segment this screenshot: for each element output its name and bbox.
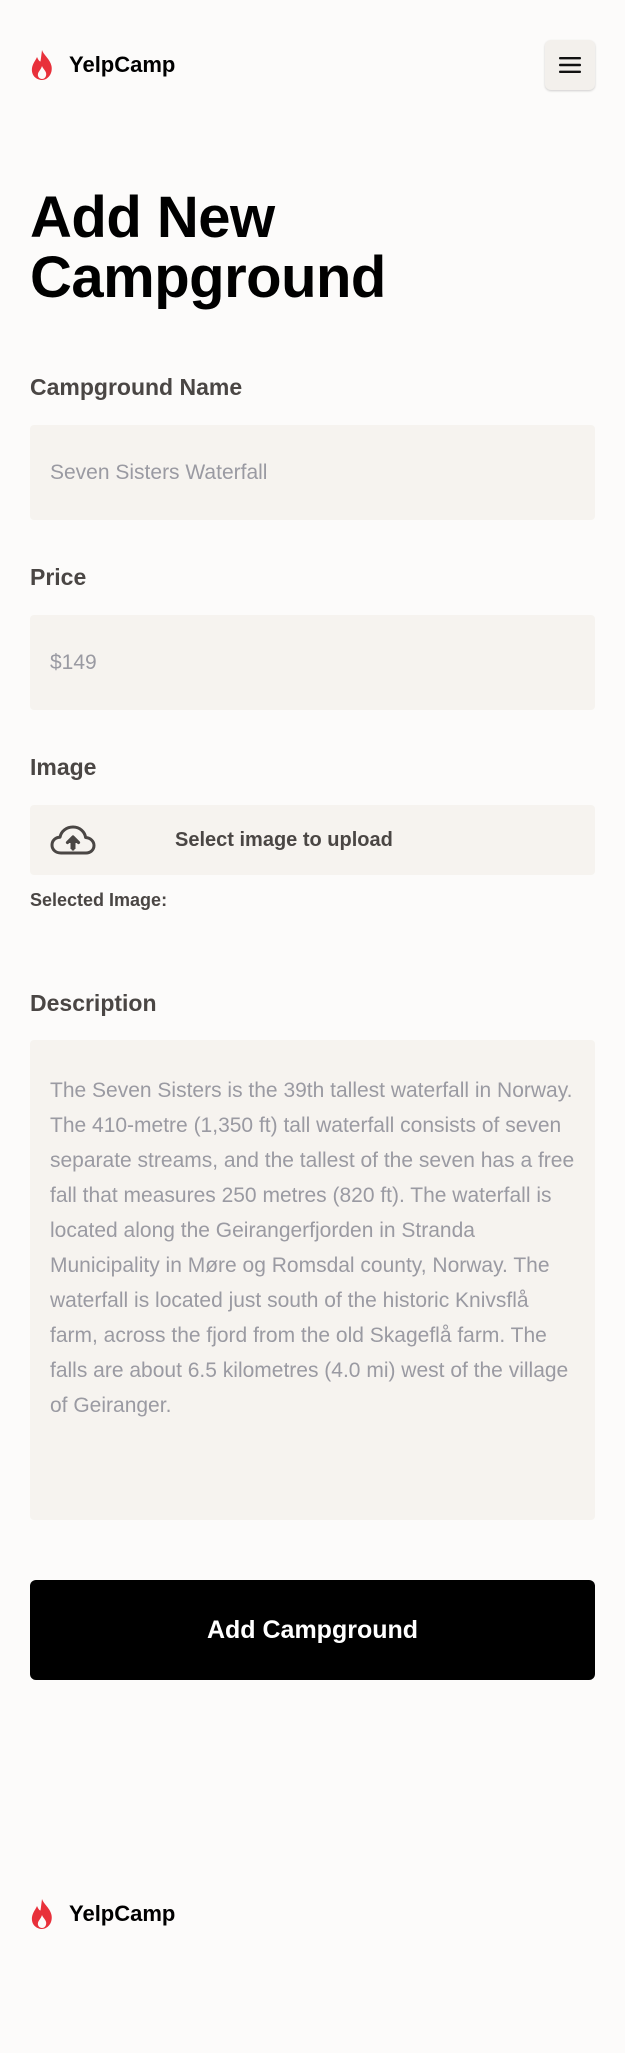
brand-link[interactable]: YelpCamp — [30, 49, 175, 81]
menu-button[interactable] — [545, 40, 595, 90]
price-input[interactable] — [30, 615, 595, 710]
selected-image-label: Selected Image: — [30, 890, 168, 910]
add-campground-button[interactable]: Add Campground — [30, 1580, 595, 1680]
flame-icon — [31, 50, 52, 80]
hamburger-menu-icon — [559, 57, 581, 73]
price-label: Price — [30, 564, 87, 590]
upload-text: Select image to upload — [175, 828, 393, 851]
page-title: Add New Campground — [30, 185, 386, 310]
footer-brand-name: YelpCamp — [69, 1901, 176, 1926]
image-label: Image — [30, 754, 97, 780]
campground-name-input[interactable] — [30, 425, 595, 520]
image-upload-button[interactable]: Select image to upload — [30, 805, 595, 875]
footer-brand-link[interactable]: YelpCamp — [30, 1898, 175, 1930]
site-header: YelpCamp — [30, 38, 595, 92]
description-label: Description — [30, 990, 157, 1016]
brand-name: YelpCamp — [69, 52, 176, 77]
site-footer: YelpCamp — [30, 1898, 175, 1930]
flame-icon — [31, 1899, 52, 1929]
campground-name-label: Campground Name — [30, 374, 243, 400]
description-textarea[interactable] — [30, 1040, 595, 1520]
cloud-upload-icon — [50, 825, 96, 855]
